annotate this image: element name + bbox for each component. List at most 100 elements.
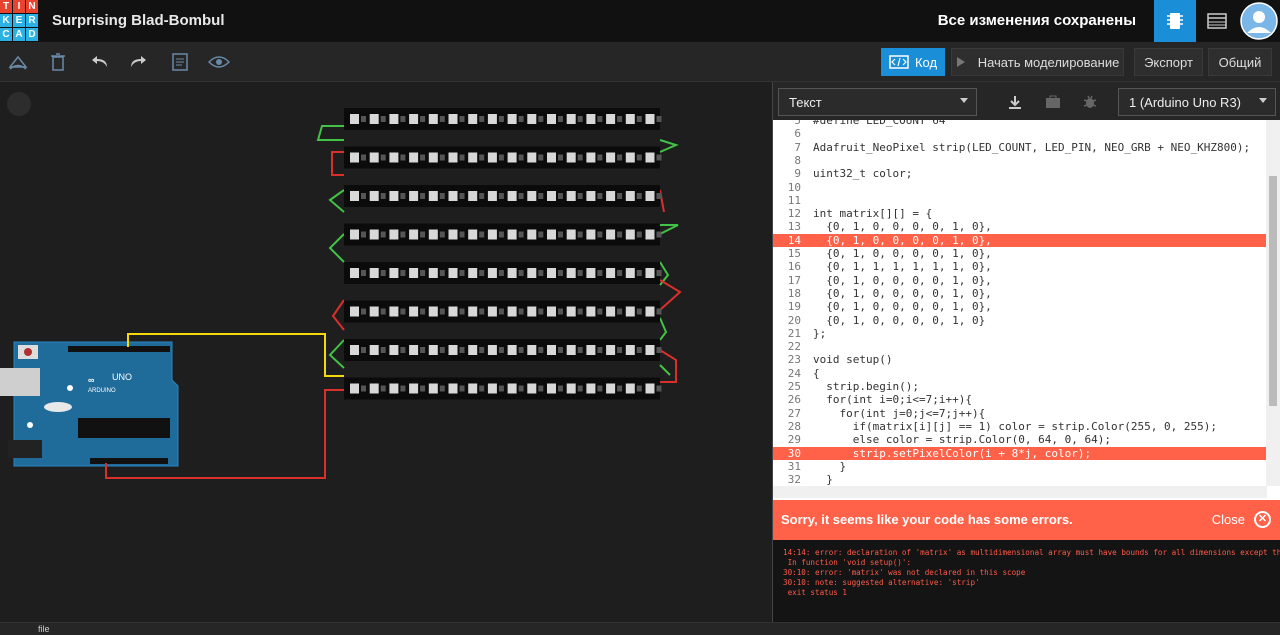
redo-button[interactable] [126,50,150,74]
led-pixel [566,114,576,124]
code-horizontal-scrollbar[interactable] [773,486,1267,498]
line-number: 10 [787,180,801,194]
code-line[interactable]: 24 { [773,367,1267,380]
download-button[interactable] [999,88,1031,116]
led-pixel [409,114,419,124]
code-line[interactable]: 27 for(int j=0;j<=7;j++){ [773,407,1267,420]
code-line[interactable]: 19 {0, 1, 0, 0, 0, 0, 1, 0}, [773,300,1267,313]
code-line[interactable]: 29 else color = strip.Color(0, 64, 0, 64… [773,433,1267,446]
code-line[interactable]: 10 [773,181,1267,194]
code-vertical-scrollbar[interactable] [1266,120,1280,486]
code-line[interactable]: 25 strip.begin(); [773,380,1267,393]
circuit-canvas[interactable]: ∞ UNO ARDUINO [0,82,772,622]
code-line[interactable]: 26 for(int i=0;i<=7;i++){ [773,393,1267,406]
code-line[interactable]: 6 [773,127,1267,140]
code-text-area[interactable]: 5 #define LED_COUNT 64 6 7 Adafruit_NeoPixel… [773,120,1267,486]
delete-button[interactable] [46,50,70,74]
led-pixel [547,345,556,355]
code-line[interactable]: 14 {0, 1, 0, 0, 0, 0, 1, 0}, [773,233,1267,247]
led-pixel [487,152,497,163]
code-line[interactable]: 20 {0, 1, 0, 0, 0, 0, 1, 0} [773,314,1267,327]
led-strip[interactable] [344,339,662,361]
led-strip[interactable] [344,223,662,246]
line-number: 12 [787,207,801,221]
led-strip[interactable] [344,377,662,400]
rotate-button[interactable] [6,50,30,74]
led-pixel [625,114,635,124]
start-simulation-button[interactable]: Начать моделирование [951,48,1124,76]
led-pixel [566,152,576,163]
project-title[interactable]: Surprising Blad-Bombul [52,12,225,29]
code-line[interactable]: 5 #define LED_COUNT 64 [773,120,1267,127]
code-line[interactable]: 18 {0, 1, 0, 0, 0, 0, 1, 0}, [773,287,1267,300]
led-pixel [527,383,537,394]
code-line[interactable]: 23 void setup() [773,353,1267,366]
line-code: {0, 1, 1, 1, 1, 1, 1, 0}, [813,260,992,274]
redo-icon [131,56,146,67]
led-strip[interactable] [344,108,662,130]
undo-button[interactable] [88,50,112,74]
export-button[interactable]: Экспорт [1134,48,1203,76]
circuit-view-icon [1167,13,1183,29]
led-pixel [547,114,556,124]
code-line[interactable]: 28 if(matrix[i][j] == 1) color = strip.C… [773,420,1267,433]
led-pixel [389,152,399,163]
close-button[interactable]: Close [1212,512,1245,527]
code-line[interactable]: 17 {0, 1, 0, 0, 0, 0, 1, 0}, [773,274,1267,287]
user-avatar-button[interactable] [1238,0,1280,42]
led-strip[interactable] [344,185,662,207]
code-line[interactable]: 32 } [773,473,1267,486]
code-line[interactable]: 16 {0, 1, 1, 1, 1, 1, 1, 0}, [773,260,1267,273]
led-pixel [350,345,359,355]
line-code: {0, 1, 0, 0, 0, 0, 1, 0}, [813,273,992,287]
start-simulation-label: Начать моделирование [977,54,1120,70]
share-button[interactable]: Общий [1208,48,1272,76]
code-line[interactable]: 13 {0, 1, 0, 0, 0, 0, 1, 0}, [773,220,1267,233]
code-button[interactable]: Код [881,48,945,76]
led-pixel [409,306,419,317]
error-message: Sorry, it seems like your code has some … [781,512,1073,527]
led-strip[interactable] [344,300,662,323]
library-button[interactable] [1037,88,1069,116]
led-pixel [350,191,359,201]
led-pixel [625,191,635,201]
led-pixel [606,345,616,355]
code-line[interactable]: 9 uint32_t color; [773,167,1267,180]
line-number: 25 [787,380,801,393]
schematic-view-button[interactable] [1196,0,1238,42]
led-pixel [527,306,537,317]
code-line[interactable]: 22 [773,340,1267,353]
scrollbar-thumb[interactable] [1269,176,1277,406]
led-strip[interactable] [344,262,662,284]
line-code: int matrix[][] = { [813,207,933,221]
board-select[interactable]: 1 (Arduino Uno R3) [1118,88,1276,116]
debugger-button[interactable] [1074,88,1106,116]
visibility-icon [208,56,230,68]
led-pixel [409,191,419,201]
code-line[interactable]: 30 strip.setPixelColor(i + 8*j, color); [773,446,1267,460]
code-line[interactable]: 31 } [773,460,1267,473]
circuit-view-button[interactable] [1154,0,1196,42]
neopixel-strips[interactable] [344,108,662,400]
tinkercad-logo[interactable]: TIN KER CAD [0,0,38,41]
code-line[interactable]: 15 {0, 1, 0, 0, 0, 0, 1, 0}, [773,247,1267,260]
editor-mode-select[interactable]: Текст [778,88,977,116]
led-pixel [428,114,438,124]
notes-button[interactable] [168,50,192,74]
code-line[interactable]: 7 Adafruit_NeoPixel strip(LED_COUNT, LED_… [773,141,1267,154]
code-line[interactable]: 21}; [773,327,1267,340]
visibility-button[interactable] [207,50,231,74]
code-line[interactable]: 12 int matrix[][] = { [773,207,1267,220]
code-line[interactable]: 8 [773,154,1267,167]
close-icon[interactable]: ✕ [1254,511,1271,528]
line-number: 27 [787,406,801,420]
led-pixel [625,229,635,240]
led-strip[interactable] [344,146,662,169]
led-pixel [389,114,399,124]
led-pixel [428,152,438,163]
code-line[interactable]: 11 [773,194,1267,207]
line-number: 31 [787,459,801,473]
arduino-uno-board[interactable]: ∞ UNO ARDUINO [0,341,179,467]
led-pixel [625,383,635,394]
led-pixel [487,345,497,355]
